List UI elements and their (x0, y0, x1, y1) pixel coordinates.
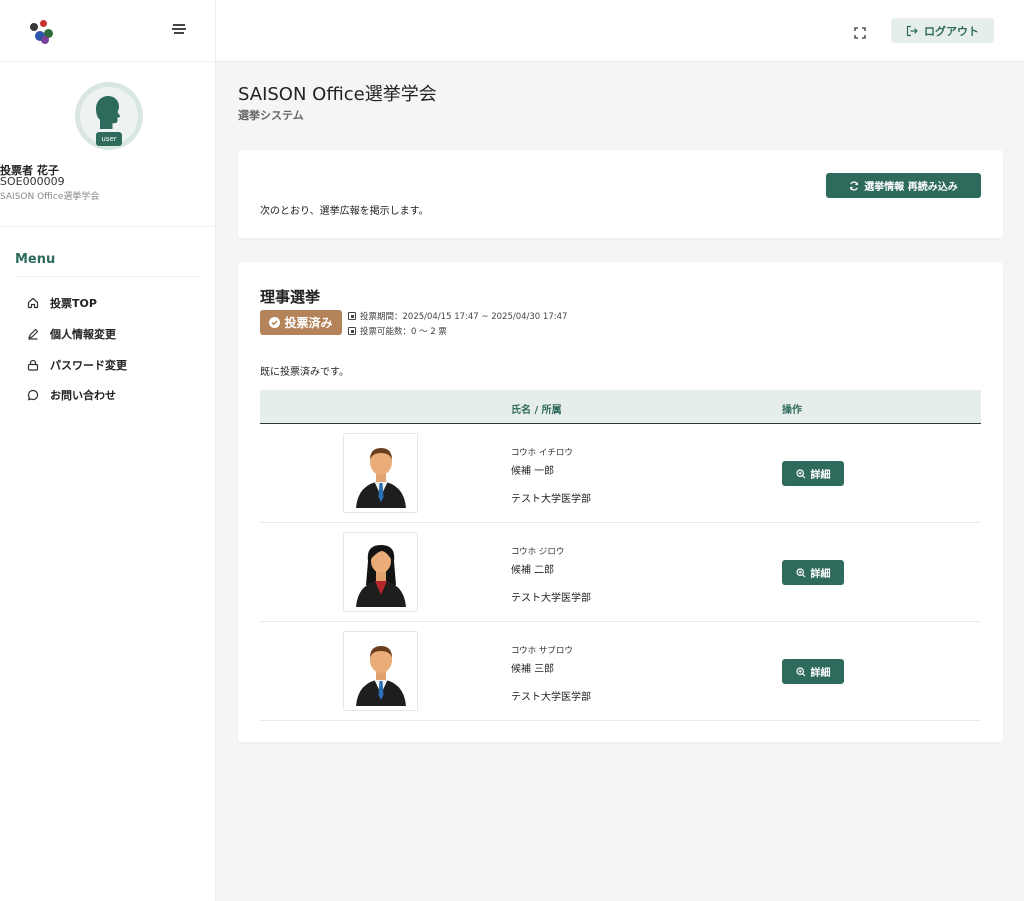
page-subtitle: 選挙システム (238, 109, 304, 122)
menu-title: Menu (15, 252, 56, 267)
candidate-detail-button[interactable]: 詳細 (782, 659, 844, 684)
candidate-kana: コウホ ジロウ (511, 547, 565, 557)
topbar: ログアウト (216, 0, 1024, 62)
table-header: 氏名 / 所属 操作 (260, 390, 981, 424)
period-icon (348, 312, 356, 320)
sidebar-item-vote-top[interactable]: 投票TOP (26, 294, 97, 312)
sidebar-item-password[interactable]: パスワード変更 (26, 356, 127, 374)
table-row: コウホ サブロウ 候補 三郎 テスト大学医学部 詳細 (260, 622, 981, 721)
user-silhouette-icon (96, 96, 121, 129)
zoom-in-icon (795, 468, 806, 479)
table-row: コウホ ジロウ 候補 二郎 テスト大学医学部 詳細 (260, 523, 981, 622)
logout-icon (906, 25, 918, 37)
candidate-name: 候補 三郎 (511, 664, 555, 675)
vote-status-text: 既に投票済みです。 (260, 367, 349, 378)
fullscreen-icon[interactable] (854, 24, 866, 39)
reload-label: 選挙情報 再読み込み (864, 182, 958, 193)
vote-count: 投票可能数：0 〜 2 票 (348, 325, 447, 337)
candidate-dept: テスト大学医学部 (511, 593, 591, 604)
logout-label: ログアウト (924, 24, 979, 38)
app-logo[interactable] (28, 20, 54, 44)
reload-election-button[interactable]: 選挙情報 再読み込み (826, 173, 981, 198)
pencil-icon (26, 327, 40, 341)
sidebar-item-label: 個人情報変更 (50, 328, 116, 341)
vote-period-text: 投票期間：2025/04/15 17:47 ~ 2025/04/30 17:47 (360, 312, 568, 322)
detail-label: 詳細 (810, 470, 831, 481)
table-row: コウホ イチロウ 候補 一郎 テスト大学医学部 詳細 (260, 424, 981, 523)
candidate-detail-button[interactable]: 詳細 (782, 560, 844, 585)
divider (0, 226, 216, 227)
sidebar-item-profile[interactable]: 個人情報変更 (26, 325, 116, 343)
candidate-dept: テスト大学医学部 (511, 692, 591, 703)
candidate-detail-button[interactable]: 詳細 (782, 461, 844, 486)
column-header-name: 氏名 / 所属 (511, 405, 562, 416)
candidate-kana: コウホ サブロウ (511, 646, 573, 656)
candidate-name: 候補 一郎 (511, 466, 555, 477)
sidebar: user 投票者 花子 SOE000009 SAISON Office選挙学会 … (0, 0, 216, 901)
notice-text: 次のとおり、選挙広報を掲示します。 (260, 206, 429, 217)
sidebar-header (0, 0, 215, 62)
count-icon (348, 327, 356, 335)
page-title: SAISON Office選挙学会 (238, 84, 437, 105)
zoom-in-icon (795, 666, 806, 677)
divider (15, 276, 200, 277)
sidebar-item-label: お問い合わせ (50, 389, 116, 402)
sidebar-item-label: パスワード変更 (50, 359, 127, 372)
candidate-photo (343, 433, 418, 513)
detail-label: 詳細 (810, 668, 831, 679)
candidate-photo (343, 631, 418, 711)
election-card: 理事選挙 投票済み 投票期間：2025/04/15 17:47 ~ 2025/0… (238, 262, 1003, 742)
detail-label: 詳細 (810, 569, 831, 580)
male-avatar-icon (356, 448, 406, 508)
sidebar-item-contact[interactable]: お問い合わせ (26, 386, 116, 404)
voted-badge-label: 投票済み (284, 316, 333, 330)
voted-status-badge: 投票済み (260, 310, 342, 335)
user-org: SAISON Office選挙学会 (0, 192, 100, 202)
female-avatar-icon (356, 545, 406, 607)
role-badge: user (96, 132, 122, 146)
candidate-dept: テスト大学医学部 (511, 494, 591, 505)
election-title: 理事選挙 (260, 288, 321, 306)
user-id: SOE000009 (0, 175, 65, 188)
menu-toggle-icon[interactable] (172, 24, 186, 36)
sidebar-item-label: 投票TOP (50, 297, 97, 310)
vote-period: 投票期間：2025/04/15 17:47 ~ 2025/04/30 17:47 (348, 310, 567, 322)
logout-button[interactable]: ログアウト (891, 18, 994, 43)
check-circle-icon (269, 317, 281, 328)
refresh-icon (849, 180, 859, 191)
vote-count-text: 投票可能数：0 〜 2 票 (360, 327, 447, 337)
candidate-table: 氏名 / 所属 操作 コウホ イチロウ 候補 一郎 テスト大学医学部 詳細 コウ… (260, 390, 981, 721)
home-icon (26, 296, 40, 310)
zoom-in-icon (795, 567, 806, 578)
candidate-photo (343, 532, 418, 612)
lock-icon (26, 358, 40, 372)
info-card: 選挙情報 再読み込み 次のとおり、選挙広報を掲示します。 (238, 150, 1003, 238)
chat-icon (26, 388, 40, 402)
column-header-action: 操作 (782, 405, 802, 416)
candidate-name: 候補 二郎 (511, 565, 555, 576)
candidate-kana: コウホ イチロウ (511, 448, 573, 458)
male-avatar-icon (356, 646, 406, 706)
